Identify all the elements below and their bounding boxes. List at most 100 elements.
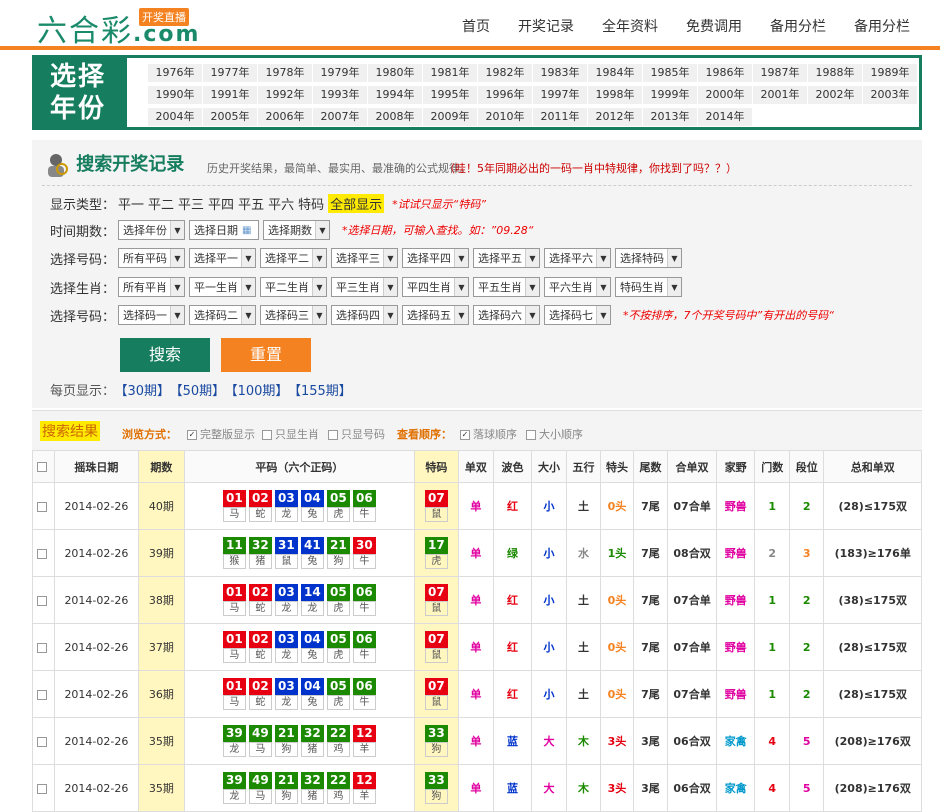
per-page-link[interactable]: 【50期】 bbox=[176, 384, 225, 399]
view-full-option[interactable]: ✓ 完整版显示 bbox=[187, 426, 255, 442]
select-dropdown[interactable]: 选择特码 ▼ bbox=[615, 248, 682, 268]
search-button[interactable]: 搜索 bbox=[120, 338, 210, 372]
select-dropdown[interactable]: 平五生肖 ▼ bbox=[473, 277, 540, 297]
row-checkbox[interactable] bbox=[31, 482, 56, 530]
type-option[interactable]: 平二 bbox=[148, 198, 174, 213]
select-all-checkbox[interactable] bbox=[31, 450, 56, 483]
year-link[interactable]: 2013年 bbox=[643, 108, 697, 126]
select-dropdown[interactable]: 平二生肖 ▼ bbox=[260, 277, 327, 297]
select-dropdown[interactable]: 选择码二 ▼ bbox=[189, 305, 256, 325]
per-page-link[interactable]: 【100期】 bbox=[231, 384, 288, 399]
type-option[interactable]: 平一 bbox=[118, 198, 144, 213]
type-option[interactable]: 特码 bbox=[298, 198, 324, 213]
select-dropdown[interactable]: 所有平码 ▼ bbox=[118, 248, 185, 268]
year-link[interactable]: 2005年 bbox=[203, 108, 257, 126]
per-page-link[interactable]: 【155期】 bbox=[294, 384, 351, 399]
view-number-option[interactable]: 只显号码 bbox=[328, 426, 385, 442]
order-size-option[interactable]: 大小顺序 bbox=[526, 426, 583, 442]
year-link[interactable]: 1983年 bbox=[533, 64, 587, 82]
row-checkbox[interactable] bbox=[31, 576, 56, 624]
year-link[interactable]: 1986年 bbox=[698, 64, 752, 82]
select-dropdown[interactable]: 选择码五 ▼ bbox=[402, 305, 469, 325]
year-link[interactable]: 1981年 bbox=[423, 64, 477, 82]
select-dropdown[interactable]: 选择平三 ▼ bbox=[331, 248, 398, 268]
select-dropdown[interactable]: 平一生肖 ▼ bbox=[189, 277, 256, 297]
year-link[interactable]: 2000年 bbox=[698, 86, 752, 104]
type-option[interactable]: 平六 bbox=[268, 198, 294, 213]
year-link[interactable]: 1977年 bbox=[203, 64, 257, 82]
year-select[interactable]: 选择年份 ▼ bbox=[118, 220, 185, 240]
year-link[interactable]: 1995年 bbox=[423, 86, 477, 104]
year-link[interactable]: 2002年 bbox=[808, 86, 862, 104]
select-dropdown[interactable]: 选择平一 ▼ bbox=[189, 248, 256, 268]
select-dropdown[interactable]: 选择码四 ▼ bbox=[331, 305, 398, 325]
select-dropdown[interactable]: 平四生肖 ▼ bbox=[402, 277, 469, 297]
year-link[interactable]: 1978年 bbox=[258, 64, 312, 82]
year-link[interactable]: 2003年 bbox=[863, 86, 917, 104]
year-link[interactable]: 1999年 bbox=[643, 86, 697, 104]
year-link[interactable]: 1993年 bbox=[313, 86, 367, 104]
year-link[interactable]: 2010年 bbox=[478, 108, 532, 126]
select-dropdown[interactable]: 选择码六 ▼ bbox=[473, 305, 540, 325]
date-input[interactable]: 选择日期 ▦ bbox=[189, 220, 259, 240]
select-dropdown[interactable]: 选择码一 ▼ bbox=[118, 305, 185, 325]
order-drop-option[interactable]: ✓ 落球顺序 bbox=[460, 426, 517, 442]
nav-item[interactable]: 开奖记录 bbox=[518, 16, 574, 36]
row-checkbox[interactable] bbox=[31, 717, 56, 765]
select-dropdown[interactable]: 选择平四 ▼ bbox=[402, 248, 469, 268]
year-link[interactable]: 2007年 bbox=[313, 108, 367, 126]
nav-item[interactable]: 首页 bbox=[462, 16, 490, 36]
type-option[interactable]: 平三 bbox=[178, 198, 204, 213]
select-dropdown[interactable]: 选择码三 ▼ bbox=[260, 305, 327, 325]
per-page-link[interactable]: 【30期】 bbox=[121, 384, 170, 399]
nav-item[interactable]: 备用分栏 bbox=[770, 16, 826, 36]
reset-button[interactable]: 重置 bbox=[221, 338, 311, 372]
year-link[interactable]: 1996年 bbox=[478, 86, 532, 104]
nav-item[interactable]: 全年资料 bbox=[602, 16, 658, 36]
year-link[interactable]: 1992年 bbox=[258, 86, 312, 104]
select-dropdown[interactable]: 所有平肖 ▼ bbox=[118, 277, 185, 297]
year-link[interactable]: 1979年 bbox=[313, 64, 367, 82]
view-zodiac-option[interactable]: 只显生肖 bbox=[262, 426, 319, 442]
select-dropdown[interactable]: 平三生肖 ▼ bbox=[331, 277, 398, 297]
row-checkbox[interactable] bbox=[31, 764, 56, 812]
year-link[interactable]: 2014年 bbox=[698, 108, 752, 126]
select-dropdown[interactable]: 选择平五 ▼ bbox=[473, 248, 540, 268]
year-link[interactable]: 1985年 bbox=[643, 64, 697, 82]
nav-item[interactable]: 备用分栏 bbox=[854, 16, 910, 36]
year-link[interactable]: 2008年 bbox=[368, 108, 422, 126]
year-link[interactable]: 1991年 bbox=[203, 86, 257, 104]
select-dropdown[interactable]: 平六生肖 ▼ bbox=[544, 277, 611, 297]
year-link[interactable]: 1987年 bbox=[753, 64, 807, 82]
select-dropdown[interactable]: 选择码七 ▼ bbox=[544, 305, 611, 325]
year-link[interactable]: 1976年 bbox=[148, 64, 202, 82]
year-link[interactable]: 2009年 bbox=[423, 108, 477, 126]
site-logo[interactable]: 六合彩.com 开奖直播 bbox=[37, 6, 200, 50]
row-checkbox[interactable] bbox=[31, 529, 56, 577]
type-option[interactable]: 平四 bbox=[208, 198, 234, 213]
select-dropdown[interactable]: 选择平二 ▼ bbox=[260, 248, 327, 268]
type-all-option[interactable]: 全部显示 bbox=[328, 194, 385, 213]
year-link[interactable]: 1990年 bbox=[148, 86, 202, 104]
year-link[interactable]: 1980年 bbox=[368, 64, 422, 82]
row-checkbox[interactable] bbox=[31, 670, 56, 718]
year-link[interactable]: 1982年 bbox=[478, 64, 532, 82]
year-selector: 选择 年份 1976年 1977年 1978年 1979年 1980年 1981年 1982… bbox=[32, 55, 922, 130]
nav-item[interactable]: 免费调用 bbox=[686, 16, 742, 36]
select-dropdown[interactable]: 选择平六 ▼ bbox=[544, 248, 611, 268]
year-link[interactable]: 2001年 bbox=[753, 86, 807, 104]
issue-select[interactable]: 选择期数 ▼ bbox=[263, 220, 330, 240]
type-option[interactable]: 平五 bbox=[238, 198, 264, 213]
year-link[interactable]: 1984年 bbox=[588, 64, 642, 82]
year-link[interactable]: 1988年 bbox=[808, 64, 862, 82]
year-link[interactable]: 2004年 bbox=[148, 108, 202, 126]
year-link[interactable]: 2012年 bbox=[588, 108, 642, 126]
year-link[interactable]: 1989年 bbox=[863, 64, 917, 82]
year-link[interactable]: 1994年 bbox=[368, 86, 422, 104]
year-link[interactable]: 1997年 bbox=[533, 86, 587, 104]
year-link[interactable]: 1998年 bbox=[588, 86, 642, 104]
year-link[interactable]: 2011年 bbox=[533, 108, 587, 126]
row-checkbox[interactable] bbox=[31, 623, 56, 671]
year-link[interactable]: 2006年 bbox=[258, 108, 312, 126]
select-dropdown[interactable]: 特码生肖 ▼ bbox=[615, 277, 682, 297]
